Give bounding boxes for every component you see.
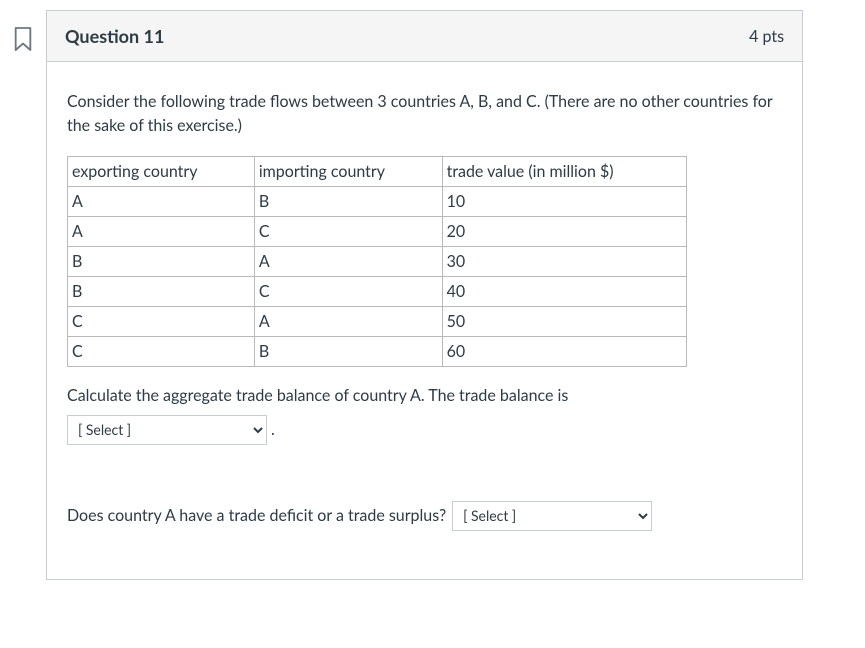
table-cell: 10 — [442, 187, 686, 217]
table-header-row: exporting country importing country trad… — [68, 157, 687, 187]
question-1: Calculate the aggregate trade balance of… — [67, 383, 782, 445]
col-exporting: exporting country — [68, 157, 255, 187]
col-importing: importing country — [254, 157, 442, 187]
table-cell: 30 — [442, 247, 686, 277]
question-header: Question 11 4 pts — [47, 11, 802, 62]
table-row: AB10 — [68, 187, 687, 217]
table-cell: 20 — [442, 217, 686, 247]
question-1-select[interactable]: [ Select ] — [67, 415, 267, 445]
table-cell: A — [68, 217, 255, 247]
table-row: AC20 — [68, 217, 687, 247]
table-cell: 60 — [442, 337, 686, 367]
table-cell: C — [254, 217, 442, 247]
col-trade-value: trade value (in million $) — [442, 157, 686, 187]
table-cell: B — [254, 337, 442, 367]
table-cell: A — [254, 307, 442, 337]
table-cell: 50 — [442, 307, 686, 337]
question-1-text: Calculate the aggregate trade balance of… — [67, 383, 782, 409]
table-row: BC40 — [68, 277, 687, 307]
table-cell: B — [254, 187, 442, 217]
question-title: Question 11 — [65, 25, 164, 47]
question-1-punct: . — [271, 417, 275, 443]
question-points: 4 pts — [749, 27, 784, 46]
table-cell: B — [68, 277, 255, 307]
question-2: Does country A have a trade deficit or a… — [67, 501, 782, 531]
table-row: BA30 — [68, 247, 687, 277]
table-cell: C — [68, 307, 255, 337]
table-row: CA50 — [68, 307, 687, 337]
question-2-text: Does country A have a trade deficit or a… — [67, 506, 446, 525]
table-cell: 40 — [442, 277, 686, 307]
table-row: CB60 — [68, 337, 687, 367]
trade-table: exporting country importing country trad… — [67, 156, 687, 367]
table-cell: A — [68, 187, 255, 217]
question-card: Question 11 4 pts Consider the following… — [46, 10, 803, 580]
bookmark-icon[interactable] — [12, 26, 34, 52]
table-cell: A — [254, 247, 442, 277]
table-cell: B — [68, 247, 255, 277]
question-2-select[interactable]: [ Select ] — [452, 501, 652, 531]
question-body: Consider the following trade flows betwe… — [47, 62, 802, 579]
table-cell: C — [68, 337, 255, 367]
table-cell: C — [254, 277, 442, 307]
question-prompt: Consider the following trade flows betwe… — [67, 90, 782, 138]
